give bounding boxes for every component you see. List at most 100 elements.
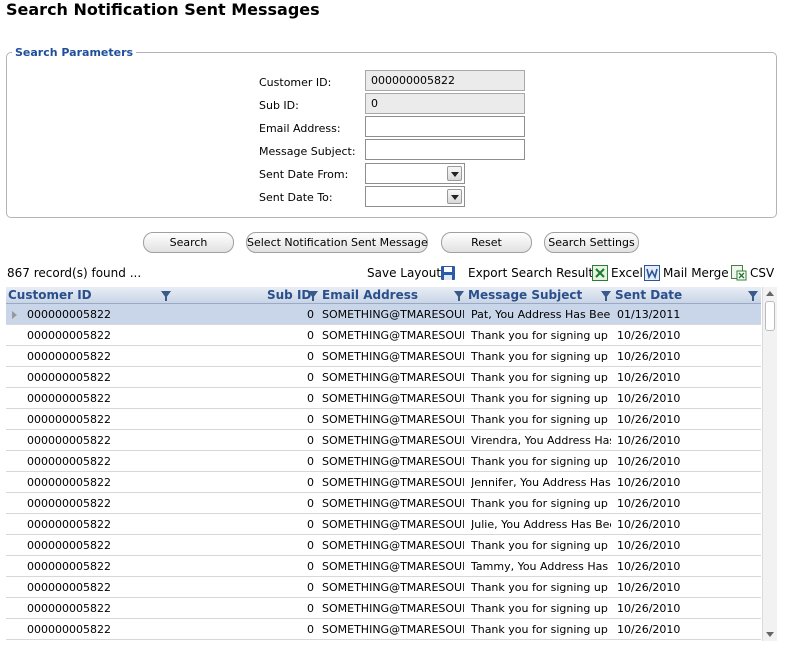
cell-email-address: SOMETHING@TMARESOUR (322, 581, 464, 594)
table-row[interactable]: 000000005822 0 SOMETHING@TMARESOUR Tammy, Y… (6, 556, 761, 577)
dropdown-arrow-icon[interactable] (447, 189, 462, 204)
select-notification-button[interactable]: Select Notification Sent Message (246, 232, 428, 253)
save-layout-link[interactable]: Save Layout (367, 266, 441, 280)
cell-email-address: SOMETHING@TMARESOUR (322, 434, 464, 447)
cell-message-subject: Virendra, You Address Has (471, 434, 611, 447)
table-row[interactable]: 000000005822 0 SOMETHING@TMARESOUR Jennifer… (6, 472, 761, 493)
cell-sent-date: 10/26/2010 (617, 497, 681, 510)
table-row[interactable]: 000000005822 0 SOMETHING@TMARESOUR Thank yo… (6, 367, 761, 388)
table-row[interactable]: 000000005822 0 SOMETHING@TMARESOUR Virendra… (6, 430, 761, 451)
filter-icon[interactable] (748, 291, 758, 301)
table-row[interactable]: 000000005822 0 SOMETHING@TMARESOUR Thank yo… (6, 451, 761, 472)
search-button[interactable]: Search (143, 232, 234, 253)
table-row[interactable]: 000000005822 0 SOMETHING@TMARESOUR Pat, You… (6, 304, 761, 325)
sent-date-from-label: Sent Date From: (259, 168, 349, 181)
scroll-up-icon[interactable] (766, 291, 774, 296)
table-row[interactable]: 000000005822 0 SOMETHING@TMARESOUR Thank yo… (6, 325, 761, 346)
cell-sent-date: 10/26/2010 (617, 476, 681, 489)
excel-icon[interactable] (592, 265, 608, 281)
cell-sent-date: 10/26/2010 (617, 455, 681, 468)
cell-sent-date: 10/26/2010 (617, 329, 681, 342)
email-address-field[interactable] (365, 116, 525, 137)
export-results-label: Export Search Results: (468, 266, 604, 280)
cell-email-address: SOMETHING@TMARESOUR (322, 371, 464, 384)
cell-email-address: SOMETHING@TMARESOUR (322, 623, 464, 636)
cell-email-address: SOMETHING@TMARESOUR (322, 392, 464, 405)
table-row[interactable]: 000000005822 0 SOMETHING@TMARESOUR Thank yo… (6, 346, 761, 367)
excel-export-link[interactable]: Excel (611, 266, 643, 280)
customer-id-label: Customer ID: (259, 76, 332, 89)
table-row[interactable]: 000000005822 0 SOMETHING@TMARESOUR Thank yo… (6, 388, 761, 409)
mail-merge-export-link[interactable]: Mail Merge (663, 266, 729, 280)
sub-id-field[interactable]: 0 (365, 93, 525, 114)
csv-export-link[interactable]: CSV (750, 266, 774, 280)
filter-icon[interactable] (161, 291, 171, 301)
page-title: Search Notification Sent Messages (6, 0, 320, 19)
save-disk-icon[interactable] (440, 265, 456, 281)
search-settings-button[interactable]: Search Settings (544, 232, 639, 253)
sent-date-from-select[interactable] (365, 163, 465, 184)
cell-customer-id: 000000005822 (27, 371, 111, 384)
table-row[interactable]: 000000005822 0 SOMETHING@TMARESOUR Thank yo… (6, 409, 761, 430)
cell-message-subject: Thank you for signing up to (471, 497, 611, 510)
cell-email-address: SOMETHING@TMARESOUR (322, 602, 464, 615)
column-header-customer-id[interactable]: Customer ID (8, 288, 92, 302)
table-row[interactable]: 000000005822 0 SOMETHING@TMARESOUR Thank yo… (6, 535, 761, 556)
cell-message-subject: Thank you for signing up to (471, 413, 611, 426)
filter-icon[interactable] (308, 291, 318, 301)
cell-customer-id: 000000005822 (27, 329, 111, 342)
customer-id-field[interactable]: 000000005822 (365, 70, 525, 91)
csv-icon[interactable] (731, 265, 747, 281)
cell-sent-date: 10/26/2010 (617, 602, 681, 615)
cell-customer-id: 000000005822 (27, 308, 111, 321)
cell-customer-id: 000000005822 (27, 455, 111, 468)
cell-message-subject: Thank you for signing up to (471, 371, 611, 384)
filter-icon[interactable] (601, 291, 611, 301)
word-icon[interactable] (644, 265, 660, 281)
column-header-message-subject[interactable]: Message Subject (468, 288, 582, 302)
cell-sent-date: 10/26/2010 (617, 350, 681, 363)
cell-sent-date: 10/26/2010 (617, 434, 681, 447)
table-row[interactable]: 000000005822 0 SOMETHING@TMARESOUR Thank yo… (6, 577, 761, 598)
reset-button[interactable]: Reset (441, 232, 532, 253)
cell-message-subject: Jennifer, You Address Has B (471, 476, 611, 489)
cell-email-address: SOMETHING@TMARESOUR (322, 308, 464, 321)
table-row[interactable]: 000000005822 0 SOMETHING@TMARESOUR Julie, Y… (6, 514, 761, 535)
message-subject-field[interactable] (365, 139, 525, 160)
cell-sub-id: 0 (307, 539, 314, 552)
table-row[interactable]: 000000005822 0 SOMETHING@TMARESOUR Thank yo… (6, 493, 761, 514)
grid-header: Customer ID Sub ID Email Address Message… (6, 287, 761, 304)
cell-sent-date: 10/26/2010 (617, 581, 681, 594)
cell-customer-id: 000000005822 (27, 434, 111, 447)
cell-email-address: SOMETHING@TMARESOUR (322, 560, 464, 573)
results-grid: 000000005822 0 SOMETHING@TMARESOUR Pat, You… (6, 304, 761, 641)
column-header-sent-date[interactable]: Sent Date (615, 288, 682, 302)
cell-sub-id: 0 (307, 308, 314, 321)
scroll-down-icon[interactable] (766, 632, 774, 637)
filter-icon[interactable] (454, 291, 464, 301)
table-row[interactable]: 000000005822 0 SOMETHING@TMARESOUR Thank yo… (6, 598, 761, 619)
dropdown-arrow-icon[interactable] (447, 166, 462, 181)
cell-message-subject: Thank you for signing up to (471, 623, 611, 636)
sent-date-to-label: Sent Date To: (259, 191, 333, 204)
sent-date-to-select[interactable] (365, 186, 465, 207)
cell-customer-id: 000000005822 (27, 602, 111, 615)
cell-sent-date: 10/26/2010 (617, 371, 681, 384)
cell-sent-date: 01/13/2011 (617, 308, 681, 321)
cell-customer-id: 000000005822 (27, 623, 111, 636)
cell-sent-date: 10/26/2010 (617, 518, 681, 531)
column-header-sub-id[interactable]: Sub ID (267, 288, 311, 302)
vertical-scrollbar[interactable] (762, 287, 777, 641)
table-row[interactable]: 000000005822 0 SOMETHING@TMARESOUR Thank yo… (6, 619, 761, 640)
cell-message-subject: Thank you for signing up to (471, 539, 611, 552)
cell-email-address: SOMETHING@TMARESOUR (322, 497, 464, 510)
row-indicator-icon (12, 311, 17, 319)
column-header-email-address[interactable]: Email Address (322, 288, 418, 302)
cell-sub-id: 0 (307, 392, 314, 405)
scrollbar-thumb[interactable] (765, 301, 775, 331)
cell-customer-id: 000000005822 (27, 518, 111, 531)
sub-id-label: Sub ID: (259, 99, 299, 112)
cell-sub-id: 0 (307, 581, 314, 594)
cell-customer-id: 000000005822 (27, 350, 111, 363)
cell-message-subject: Julie, You Address Has Been (471, 518, 611, 531)
